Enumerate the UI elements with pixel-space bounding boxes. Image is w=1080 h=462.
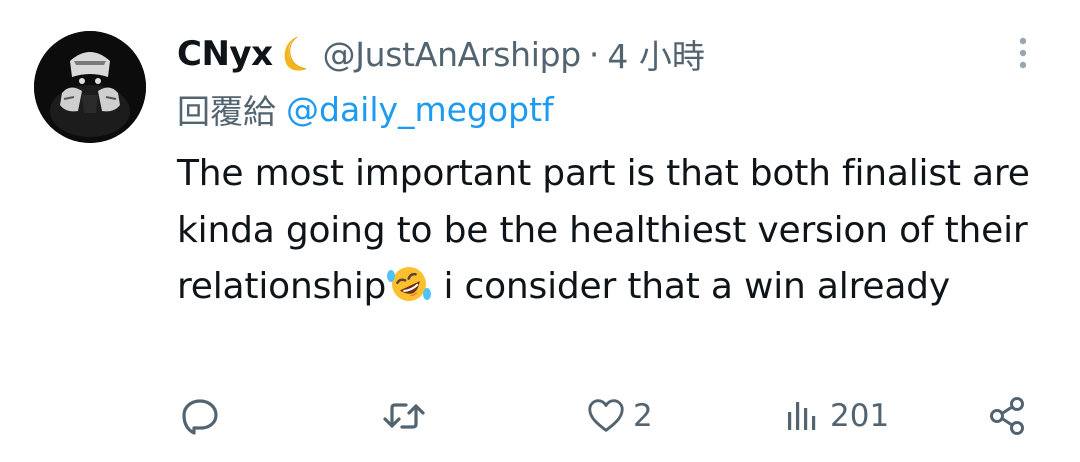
heart-icon bbox=[585, 394, 627, 438]
views-icon bbox=[784, 394, 824, 438]
reply-prefix: 回覆給 bbox=[177, 92, 276, 131]
like-count: 2 bbox=[633, 398, 653, 434]
reply-context: 回覆給 @daily_megoptf bbox=[177, 84, 554, 134]
more-options-icon[interactable] bbox=[1010, 35, 1036, 71]
avatar[interactable] bbox=[34, 31, 146, 143]
tweet-text: The most important part is that both fin… bbox=[177, 146, 1057, 316]
user-handle[interactable]: @JustAnArshipp bbox=[323, 35, 582, 74]
reply-icon bbox=[178, 394, 222, 438]
like-button[interactable]: 2 bbox=[585, 388, 653, 444]
separator-dot: · bbox=[588, 34, 600, 74]
reply-to-handle[interactable]: @daily_megoptf bbox=[286, 90, 554, 129]
views-count: 201 bbox=[830, 398, 890, 434]
rolling-on-floor-laughing-icon bbox=[386, 264, 432, 304]
retweet-button[interactable] bbox=[381, 388, 433, 444]
avatar-image bbox=[34, 31, 146, 143]
share-button[interactable] bbox=[986, 388, 1036, 444]
retweet-icon bbox=[381, 394, 427, 438]
action-bar: 2 201 bbox=[0, 388, 1080, 444]
reply-button[interactable] bbox=[178, 388, 228, 444]
display-name[interactable]: CNyx bbox=[177, 34, 273, 74]
timestamp[interactable]: 4 小時 bbox=[607, 30, 705, 78]
tweet-text-part-2: i consider that a win already bbox=[432, 266, 950, 307]
crescent-moon-icon bbox=[277, 34, 311, 74]
share-icon bbox=[986, 394, 1030, 438]
views-button[interactable]: 201 bbox=[784, 388, 889, 444]
tweet-header: CNyx @JustAnArshipp · 4 小時 bbox=[177, 28, 705, 80]
tweet-card[interactable]: CNyx @JustAnArshipp · 4 小時 回覆給 @daily_me… bbox=[0, 0, 1080, 462]
